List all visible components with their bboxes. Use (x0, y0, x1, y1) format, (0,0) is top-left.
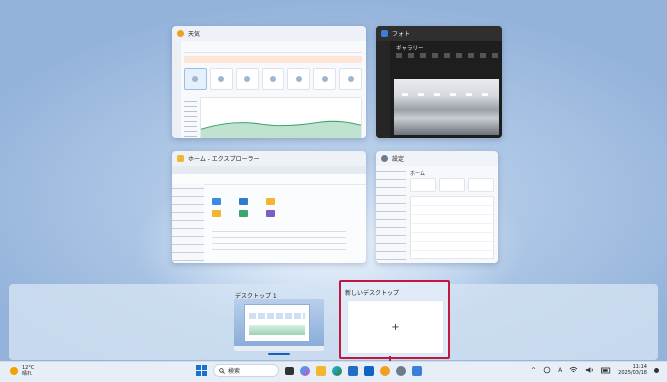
explorer-tab-strip (172, 166, 366, 174)
active-desktop-indicator (268, 353, 290, 355)
weather-toolbar (184, 44, 362, 53)
weather-side-list (184, 101, 197, 138)
forecast-card (261, 68, 285, 90)
search-placeholder: 検索 (228, 368, 241, 375)
quick-access-row (212, 196, 358, 208)
settings-gear-icon[interactable] (396, 365, 406, 376)
photos-gallery-label: ギャラリー (396, 46, 424, 52)
system-tray: ^ A 11:14 2025/03/18 (531, 364, 659, 376)
forecast-card (313, 68, 337, 90)
settings-nav-list (376, 166, 406, 263)
new-desktop-button[interactable]: 新しいデスクトップ + (339, 280, 450, 359)
weather-window-titlebar: 天気 (172, 26, 366, 41)
taskbar-weather-widget[interactable]: 12°C 晴れ (10, 365, 34, 377)
explorer-nav-pane (172, 184, 204, 263)
folder-icon (266, 198, 275, 205)
battery-icon[interactable] (601, 367, 611, 374)
weather-temperature-chart (200, 97, 362, 138)
start-button[interactable] (196, 365, 207, 376)
recent-files-list (212, 228, 346, 254)
taskbar: 12°C 晴れ 検索 ^ A 11:14 2025/03/18 (0, 361, 667, 382)
copilot-icon[interactable] (300, 365, 310, 376)
photos-window-thumbnail[interactable]: フォト ギャラリー (376, 26, 502, 138)
sun-icon (10, 367, 18, 375)
weather-condition: 晴れ (22, 371, 33, 377)
ime-indicator[interactable]: A (558, 367, 562, 374)
settings-window-content: ホーム (376, 166, 498, 263)
weather-app-icon (177, 30, 184, 37)
weather-alert-banner (184, 56, 362, 63)
photos-nav-rail (376, 41, 390, 138)
virtual-desktops-panel (9, 284, 658, 360)
weather-taskbar-icon[interactable] (380, 365, 390, 376)
notification-icon[interactable] (654, 367, 659, 373)
search-icon (219, 367, 225, 374)
forecast-card (184, 68, 207, 90)
task-view-icon[interactable] (285, 366, 294, 375)
photos-app-icon (381, 30, 388, 37)
taskbar-center: 検索 (196, 364, 422, 377)
taskbar-clock[interactable]: 11:14 2025/03/18 (618, 364, 647, 376)
explorer-window-title: ホーム - エクスプローラー (188, 156, 260, 163)
edge-icon[interactable] (332, 365, 342, 376)
settings-window-title: 設定 (392, 156, 405, 163)
folder-icon (239, 198, 248, 205)
weather-window-title: 天気 (188, 31, 201, 38)
settings-summary-cards (410, 178, 494, 192)
photos-window-content: ギャラリー (376, 41, 502, 138)
folder-icon (239, 210, 248, 217)
photos-toolbar (396, 53, 498, 58)
forecast-card (235, 68, 259, 90)
outlook-icon[interactable] (364, 365, 374, 376)
office-photo-image (394, 79, 499, 135)
new-desktop-label: 新しいデスクトップ (345, 290, 400, 297)
weather-window-content (172, 41, 366, 138)
weather-nav-rail (172, 41, 181, 138)
weather-window-thumbnail[interactable]: 天気 (172, 26, 366, 138)
folder-icon (266, 210, 275, 217)
store-icon[interactable] (348, 365, 358, 376)
wifi-icon[interactable] (569, 366, 578, 374)
forecast-card (339, 68, 363, 90)
desktop-1-preview (234, 299, 324, 351)
settings-options-list (410, 196, 494, 259)
photos-taskbar-icon[interactable] (412, 365, 422, 376)
volume-icon[interactable] (585, 366, 594, 374)
temperature-curve (200, 120, 362, 138)
explorer-window-content (172, 166, 366, 263)
file-explorer-icon[interactable] (316, 365, 326, 376)
folder-icon (212, 198, 221, 205)
forecast-card (287, 68, 311, 90)
photos-window-title: フォト (392, 31, 411, 38)
explorer-window-titlebar: ホーム - エクスプローラー (172, 151, 366, 166)
settings-window-titlebar: 設定 (376, 151, 498, 166)
weather-forecast-cards (184, 68, 363, 90)
settings-page-title: ホーム (410, 171, 425, 177)
plus-icon: + (391, 321, 400, 333)
quick-access-row (212, 208, 358, 220)
cloud-sync-icon[interactable] (543, 366, 551, 374)
settings-window-thumbnail[interactable]: 設定 ホーム (376, 151, 498, 263)
photos-window-titlebar: フォト (376, 26, 502, 41)
clock-date: 2025/03/18 (618, 370, 647, 376)
tray-overflow-chevron-icon[interactable]: ^ (531, 367, 536, 374)
folder-icon (212, 210, 221, 217)
desktop-1-thumbnail[interactable]: デスクトップ 1 (230, 287, 328, 355)
gear-icon (381, 155, 388, 162)
forecast-card (209, 68, 233, 90)
folder-app-icon (177, 155, 184, 162)
explorer-window-thumbnail[interactable]: ホーム - エクスプローラー (172, 151, 366, 263)
new-desktop-add-area[interactable]: + (347, 300, 444, 354)
taskbar-search-box[interactable]: 検索 (213, 364, 279, 377)
